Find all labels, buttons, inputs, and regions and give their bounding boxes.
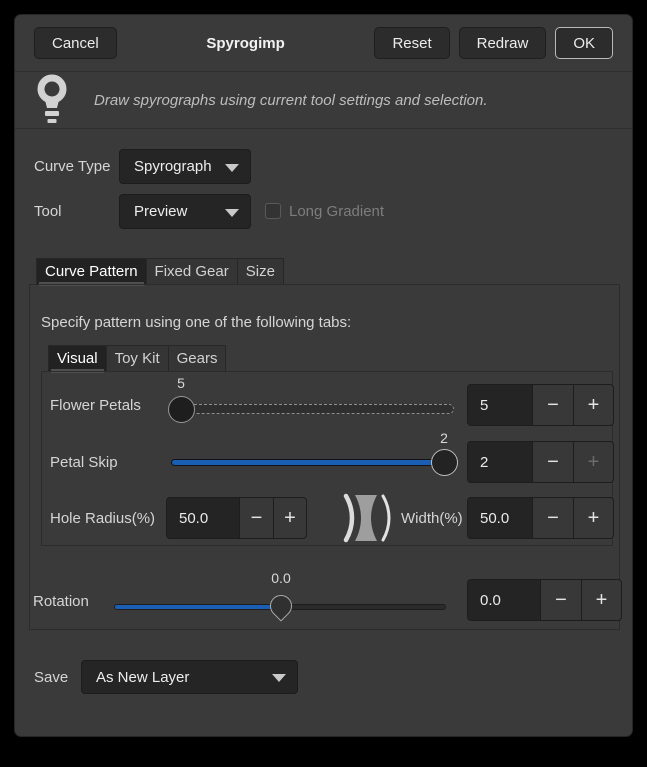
minus-icon: − bbox=[547, 394, 559, 417]
curve-type-label: Curve Type bbox=[34, 158, 110, 176]
hole-radius-entry[interactable]: 50.0 bbox=[167, 498, 239, 538]
plus-icon: + bbox=[588, 507, 600, 530]
rotation-spinner: 0.0 − + bbox=[467, 579, 622, 621]
flower-petals-plus-button[interactable]: + bbox=[573, 385, 613, 425]
tab-toy-kit[interactable]: Toy Kit bbox=[106, 345, 168, 372]
save-dropdown[interactable]: As New Layer bbox=[81, 660, 298, 694]
hole-radius-spinner: 50.0 − + bbox=[166, 497, 307, 539]
screen: Cancel Spyrogimp Reset Redraw OK Draw sp… bbox=[0, 0, 647, 767]
petal-skip-plus-button: + bbox=[573, 442, 613, 482]
chevron-down-icon bbox=[225, 164, 239, 172]
minus-icon: − bbox=[547, 507, 559, 530]
plus-icon: + bbox=[596, 589, 608, 612]
chevron-down-icon bbox=[272, 674, 286, 682]
tab-fixed-gear[interactable]: Fixed Gear bbox=[146, 258, 237, 285]
flower-petals-label: Flower Petals bbox=[50, 397, 141, 415]
hole-radius-label: Hole Radius(%) bbox=[50, 510, 155, 528]
rotation-plus-button[interactable]: + bbox=[581, 580, 621, 620]
petal-skip-minus-button[interactable]: − bbox=[532, 442, 573, 482]
hole-radius-plus-button[interactable]: + bbox=[273, 498, 306, 538]
flower-petals-spinner: 5 − + bbox=[467, 384, 614, 426]
tab-curve-pattern[interactable]: Curve Pattern bbox=[36, 258, 146, 285]
info-text: Draw spyrographs using current tool sett… bbox=[94, 92, 488, 109]
curve-type-dropdown[interactable]: Spyrograph bbox=[119, 149, 251, 184]
minus-icon: − bbox=[251, 507, 263, 530]
flower-petals-entry[interactable]: 5 bbox=[468, 385, 532, 425]
ring-segment-icon bbox=[338, 493, 391, 543]
chevron-down-icon bbox=[225, 209, 239, 217]
flower-petals-minus-button[interactable]: − bbox=[532, 385, 573, 425]
pattern-hint: Specify pattern using one of the followi… bbox=[41, 314, 351, 332]
rotation-slider-value: 0.0 bbox=[259, 570, 303, 586]
width-plus-button[interactable]: + bbox=[573, 498, 613, 538]
reset-button[interactable]: Reset bbox=[374, 27, 449, 59]
width-entry[interactable]: 50.0 bbox=[468, 498, 532, 538]
flower-petals-slider[interactable] bbox=[169, 404, 454, 414]
petal-skip-entry[interactable]: 2 bbox=[468, 442, 532, 482]
petal-skip-spinner: 2 − + bbox=[467, 441, 614, 483]
rotation-label: Rotation bbox=[33, 593, 89, 611]
tab-gears[interactable]: Gears bbox=[168, 345, 227, 372]
curve-type-value: Spyrograph bbox=[134, 158, 212, 175]
save-label: Save bbox=[34, 669, 68, 687]
flower-petals-slider-handle[interactable] bbox=[168, 396, 195, 423]
header-bar: Cancel Spyrogimp Reset Redraw OK bbox=[15, 15, 632, 71]
ok-button[interactable]: OK bbox=[555, 27, 613, 59]
plus-icon: + bbox=[284, 507, 296, 530]
rotation-minus-button[interactable]: − bbox=[540, 580, 581, 620]
info-banner: Draw spyrographs using current tool sett… bbox=[15, 71, 632, 129]
petal-skip-label: Petal Skip bbox=[50, 454, 118, 472]
long-gradient-label: Long Gradient bbox=[289, 203, 384, 221]
width-minus-button[interactable]: − bbox=[532, 498, 573, 538]
save-value: As New Layer bbox=[96, 669, 189, 686]
header-actions: Reset Redraw OK bbox=[374, 27, 613, 59]
minus-icon: − bbox=[555, 589, 567, 612]
spyrogimp-dialog: Cancel Spyrogimp Reset Redraw OK Draw sp… bbox=[14, 14, 633, 737]
plus-icon: + bbox=[588, 394, 600, 417]
tool-value: Preview bbox=[134, 203, 187, 220]
tab-size[interactable]: Size bbox=[237, 258, 284, 285]
cancel-button[interactable]: Cancel bbox=[34, 27, 117, 59]
dialog-title: Spyrogimp bbox=[117, 35, 375, 52]
petal-skip-slider-handle[interactable] bbox=[431, 449, 458, 476]
flower-petals-slider-value: 5 bbox=[159, 375, 203, 391]
rotation-entry[interactable]: 0.0 bbox=[468, 580, 540, 620]
outer-tab-bar: Curve Pattern Fixed Gear Size bbox=[36, 258, 284, 285]
minus-icon: − bbox=[547, 451, 559, 474]
width-label: Width(%) bbox=[401, 510, 463, 528]
inner-tab-bar: Visual Toy Kit Gears bbox=[48, 345, 226, 372]
rotation-slider-fill bbox=[115, 605, 280, 609]
plus-icon: + bbox=[588, 451, 600, 474]
petal-skip-slider-value: 2 bbox=[422, 430, 466, 446]
lamp-icon bbox=[32, 74, 72, 126]
tool-label: Tool bbox=[34, 203, 62, 221]
petal-skip-slider[interactable] bbox=[171, 459, 456, 466]
width-spinner: 50.0 − + bbox=[467, 497, 614, 539]
tab-visual[interactable]: Visual bbox=[48, 345, 106, 372]
long-gradient-checkbox bbox=[265, 203, 281, 219]
hole-radius-minus-button[interactable]: − bbox=[239, 498, 273, 538]
tool-dropdown[interactable]: Preview bbox=[119, 194, 251, 229]
redraw-button[interactable]: Redraw bbox=[459, 27, 547, 59]
